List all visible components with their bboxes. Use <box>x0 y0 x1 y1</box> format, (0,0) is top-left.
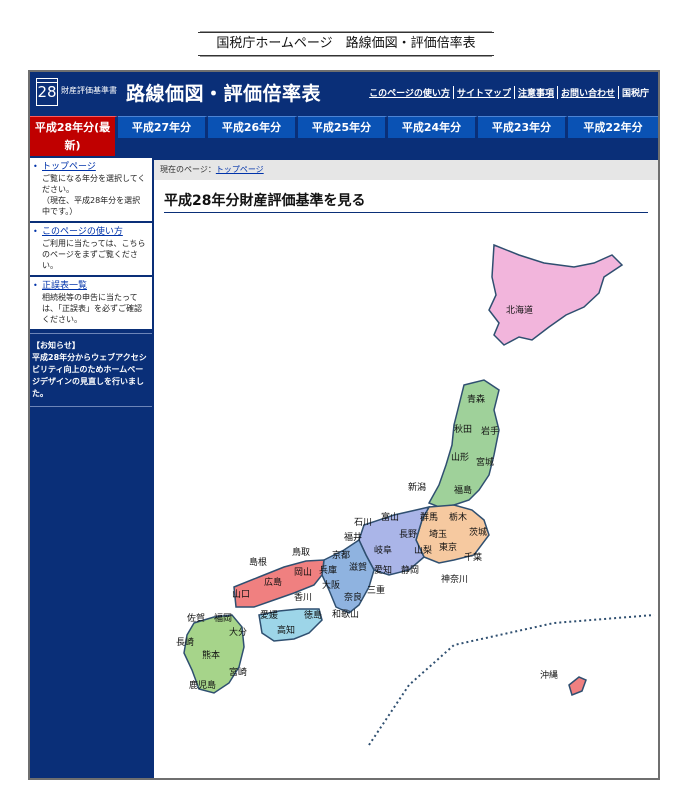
tab-h25[interactable]: 平成25年分 <box>298 116 388 138</box>
main-content: 現在のページ：トップページ 平成28年分財産評価基準を見る 北海道 青森 秋田 … <box>154 160 658 778</box>
label-chiba[interactable]: 千葉 <box>464 551 482 563</box>
label-fukui[interactable]: 福井 <box>344 531 362 543</box>
notice-box: 【お知らせ】 平成28年分からウェブアクセシビリティ向上のためホームページデザイ… <box>30 333 152 407</box>
sidebar-link-top[interactable]: トップページ <box>42 162 148 173</box>
label-miyazaki[interactable]: 宮崎 <box>229 666 247 678</box>
label-shiga[interactable]: 滋賀 <box>349 561 367 573</box>
label-nagano[interactable]: 長野 <box>399 529 417 540</box>
sidebar-item-errata: • 正誤表一覧 相続税等の申告に当たっては、「正誤表」を必ずご確認ください。 <box>30 277 152 329</box>
label-iwate[interactable]: 岩手 <box>481 425 499 437</box>
label-kanagawa[interactable]: 神奈川 <box>441 573 468 585</box>
label-saga[interactable]: 佐賀 <box>187 612 205 624</box>
label-ibaraki[interactable]: 茨城 <box>469 526 487 538</box>
label-toyama[interactable]: 富山 <box>381 511 399 523</box>
label-kumamoto[interactable]: 熊本 <box>202 649 220 661</box>
bullet-icon: • <box>33 281 38 290</box>
sidebar-item-howto: • このページの使い方 ご利用に当たっては、こちらのページをまずご覧ください。 <box>30 223 152 275</box>
year-logo-icon[interactable]: 28 <box>36 78 58 106</box>
label-yamaguchi[interactable]: 山口 <box>232 589 250 600</box>
header-subtitle: 財産評価基準書 <box>61 86 117 95</box>
label-yamagata[interactable]: 山形 <box>451 451 469 463</box>
breadcrumb-label: 現在のページ： <box>160 165 216 174</box>
breadcrumb-link-top[interactable]: トップページ <box>216 165 264 174</box>
nav-link-nta[interactable]: 国税庁 <box>619 86 652 99</box>
label-okayama[interactable]: 岡山 <box>294 567 312 578</box>
label-fukuoka[interactable]: 福岡 <box>214 612 232 624</box>
app-frame: 28 財産評価基準書 路線価図・評価倍率表 このページの使い方 サイトマップ 注… <box>28 70 660 780</box>
tab-h23[interactable]: 平成23年分 <box>478 116 568 138</box>
label-tottori[interactable]: 鳥取 <box>292 546 310 558</box>
header: 28 財産評価基準書 路線価図・評価倍率表 このページの使い方 サイトマップ 注… <box>30 72 658 112</box>
sidebar: • トップページ ご覧になる年分を選択してください。 （現在、平成28年分を選択… <box>30 158 152 407</box>
header-nav: このページの使い方 サイトマップ 注意事項 お問い合わせ 国税庁 <box>366 86 652 99</box>
label-gunma[interactable]: 群馬 <box>420 511 438 523</box>
label-hokkaido[interactable]: 北海道 <box>506 304 533 316</box>
bullet-icon: • <box>33 162 38 171</box>
label-ishikawa[interactable]: 石川 <box>354 518 372 528</box>
label-wakayama[interactable]: 和歌山 <box>332 608 359 620</box>
label-ehime[interactable]: 愛媛 <box>260 609 278 621</box>
sidebar-link-errata[interactable]: 正誤表一覧 <box>42 281 148 292</box>
label-hiroshima[interactable]: 広島 <box>264 576 282 588</box>
label-kagoshima[interactable]: 鹿児島 <box>189 679 216 691</box>
notice-text: 平成28年分からウェブアクセシビリティ向上のためホームページデザインの見直しを行… <box>32 353 147 398</box>
label-osaka[interactable]: 大阪 <box>322 579 340 591</box>
notice-title: 【お知らせ】 <box>32 341 80 350</box>
sidebar-text-top: ご覧になる年分を選択してください。 （現在、平成28年分を選択中です。） <box>42 174 146 216</box>
label-kagawa[interactable]: 香川 <box>294 592 312 603</box>
label-shizuoka[interactable]: 静岡 <box>401 564 419 576</box>
sidebar-text-errata: 相続税等の申告に当たっては、「正誤表」を必ずご確認ください。 <box>42 293 142 324</box>
japan-map: 北海道 青森 秋田 岩手 山形 宮城 新潟 福島 石川 富山 群馬 栃木 茨城 … <box>176 243 655 746</box>
label-nara[interactable]: 奈良 <box>344 591 362 603</box>
label-aichi[interactable]: 愛知 <box>374 564 392 576</box>
label-tokyo[interactable]: 東京 <box>439 541 457 553</box>
label-kochi[interactable]: 高知 <box>277 624 295 636</box>
label-shimane[interactable]: 島根 <box>249 556 267 568</box>
label-gifu[interactable]: 岐阜 <box>374 544 392 556</box>
page-heading: 路線価図・評価倍率表 <box>126 83 322 105</box>
label-akita[interactable]: 秋田 <box>454 423 472 435</box>
nav-link-notes[interactable]: 注意事項 <box>515 86 558 99</box>
page-title: 平成28年分財産評価基準を見る <box>164 190 648 213</box>
logo-number: 28 <box>37 83 57 101</box>
bullet-icon: • <box>33 227 38 236</box>
tab-h22[interactable]: 平成22年分 <box>568 116 658 138</box>
label-aomori[interactable]: 青森 <box>467 393 485 405</box>
nav-link-sitemap[interactable]: サイトマップ <box>454 86 515 99</box>
year-tabs: 平成28年分(最新) 平成27年分 平成26年分 平成25年分 平成24年分 平… <box>30 116 658 156</box>
label-miyagi[interactable]: 宮城 <box>476 456 494 468</box>
label-tokushima[interactable]: 徳島 <box>304 609 322 621</box>
label-nagasaki[interactable]: 長崎 <box>176 636 194 648</box>
label-tochigi[interactable]: 栃木 <box>449 511 467 523</box>
page-caption: 国税庁ホームページ 路線価図・評価倍率表 <box>198 32 494 56</box>
okinawa-inset-line <box>368 614 655 746</box>
label-okinawa[interactable]: 沖縄 <box>540 669 558 681</box>
label-mie[interactable]: 三重 <box>367 584 385 596</box>
label-hyogo[interactable]: 兵庫 <box>319 564 337 576</box>
breadcrumb: 現在のページ：トップページ <box>154 160 658 180</box>
tab-h27[interactable]: 平成27年分 <box>118 116 208 138</box>
label-fukushima[interactable]: 福島 <box>454 484 472 496</box>
sidebar-item-top: • トップページ ご覧になる年分を選択してください。 （現在、平成28年分を選択… <box>30 158 152 221</box>
label-saitama[interactable]: 埼玉 <box>429 528 447 540</box>
label-oita[interactable]: 大分 <box>229 626 247 638</box>
label-kyoto[interactable]: 京都 <box>332 549 350 561</box>
label-niigata[interactable]: 新潟 <box>408 481 426 493</box>
tab-h26[interactable]: 平成26年分 <box>208 116 298 138</box>
region-okinawa[interactable] <box>568 676 587 697</box>
tab-h28[interactable]: 平成28年分(最新) <box>30 116 118 156</box>
sidebar-link-howto[interactable]: このページの使い方 <box>42 227 148 238</box>
nav-link-contact[interactable]: お問い合わせ <box>558 86 619 99</box>
nav-link-howto[interactable]: このページの使い方 <box>366 86 454 99</box>
label-yamanashi[interactable]: 山梨 <box>414 544 432 556</box>
region-hokkaido[interactable] <box>488 243 624 346</box>
sidebar-text-howto: ご利用に当たっては、こちらのページをまずご覧ください。 <box>42 239 146 270</box>
tab-h24[interactable]: 平成24年分 <box>388 116 478 138</box>
